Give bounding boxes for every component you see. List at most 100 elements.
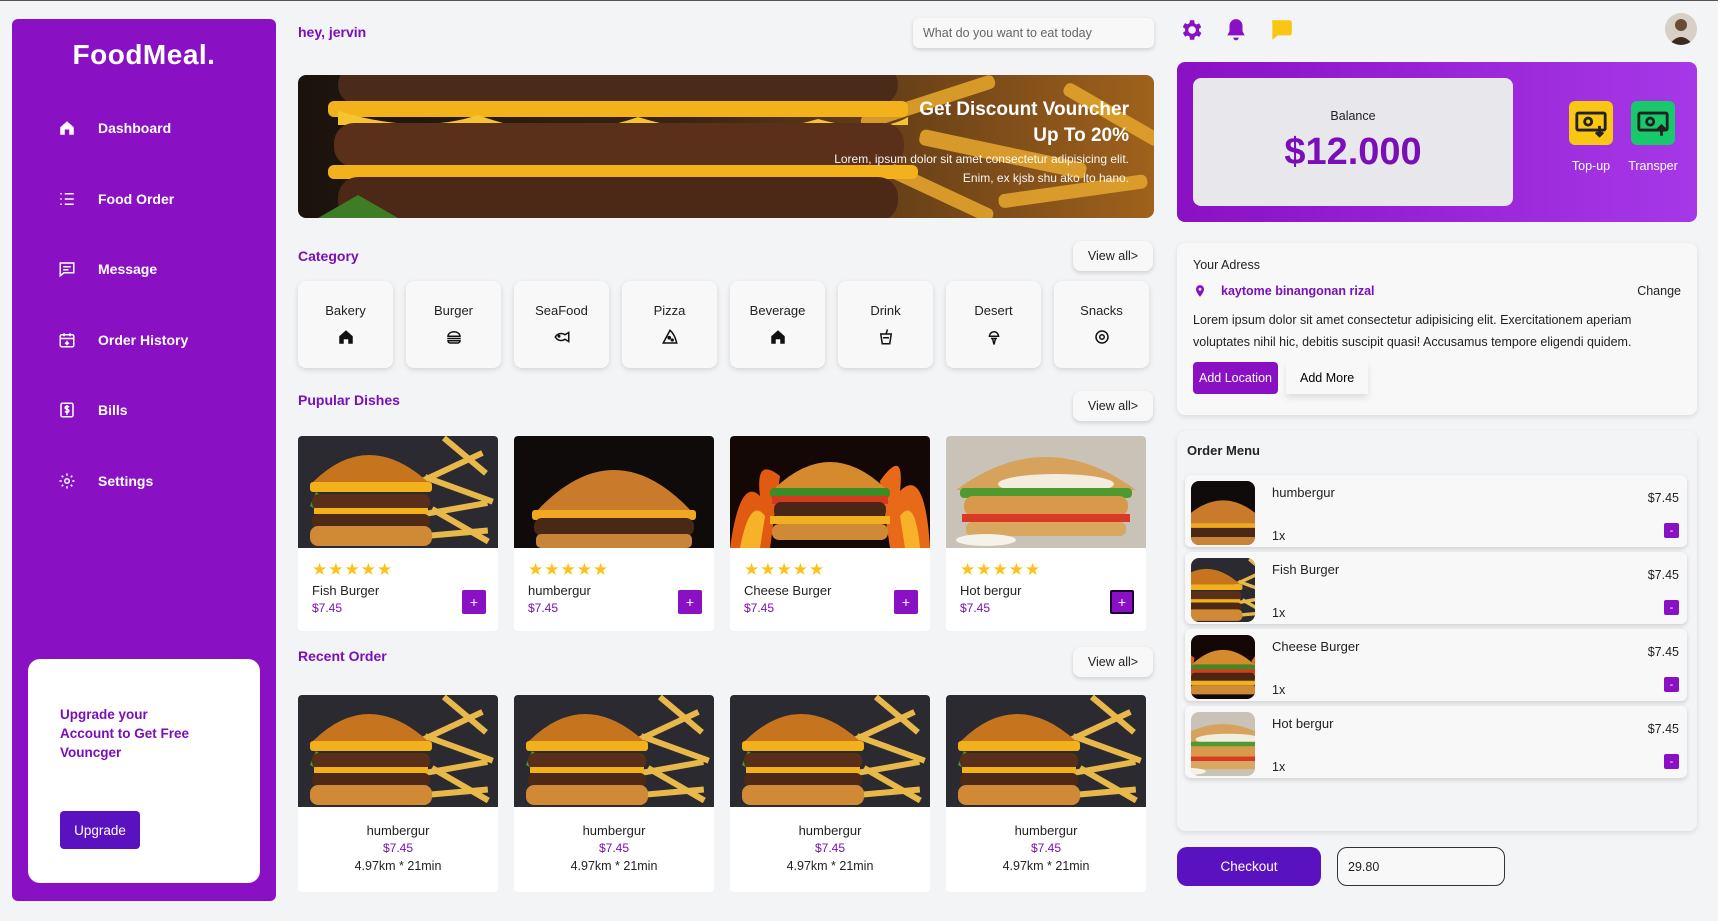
dish-name: humbergur [798, 823, 862, 838]
category-list: Bakery Burger SeaFood Pizza Beverage Dri… [298, 281, 1149, 368]
sidebar-item-settings[interactable]: Settings [12, 446, 276, 517]
recent-card[interactable]: humbergur $7.45 4.97km * 21min [946, 695, 1146, 892]
dish-image [946, 436, 1146, 548]
banner-desc: Enim, ex kjsb shu ako ito hano. [962, 171, 1129, 185]
sidebar-item-label: Bills [98, 402, 128, 419]
order-thumb [1191, 481, 1255, 545]
upgrade-button[interactable]: Upgrade [60, 811, 140, 849]
category-drink[interactable]: Drink [838, 281, 933, 368]
rating-stars: ★★★★★ [744, 560, 826, 579]
header-icons [1178, 17, 1294, 43]
dish-name: humbergur [582, 823, 646, 838]
order-item-qty: 1x [1272, 606, 1286, 620]
recent-view-all[interactable]: View all> [1073, 647, 1153, 677]
dish-price: $7.45 [814, 841, 846, 855]
upgrade-text: Upgrade your Account to Get Free Vouncge… [60, 707, 190, 760]
dish-distance: 4.97km * 21min [1002, 859, 1090, 873]
sidebar-item-label: Settings [98, 472, 154, 489]
checkout-button[interactable]: Checkout [1177, 847, 1321, 886]
sidebar-item-bills[interactable]: Bills [12, 375, 276, 446]
sidebar-item-food-order[interactable]: Food Order [12, 164, 276, 235]
balance-label: Balance [1330, 109, 1376, 123]
add-to-cart-button[interactable]: + [678, 590, 702, 614]
sidebar-item-order-history[interactable]: Order History [12, 305, 276, 376]
rating-stars: ★★★★★ [528, 560, 610, 579]
address-row: kaytome binangonan rizal Change [1193, 284, 1681, 298]
dish-name: humbergur [1014, 823, 1078, 838]
search-input[interactable] [913, 18, 1154, 48]
category-burger[interactable]: Burger [406, 281, 501, 368]
order-thumb [1191, 635, 1255, 699]
cup-icon [879, 329, 892, 345]
order-item-name: humbergur [1272, 485, 1335, 500]
dish-card[interactable]: ★★★★★ humbergur $7.45 + [514, 436, 714, 631]
rating-stars: ★★★★★ [960, 560, 1042, 579]
dish-image [946, 695, 1146, 807]
add-more-button[interactable]: Add More [1285, 362, 1369, 394]
message-icon [59, 262, 75, 278]
total-field[interactable] [1337, 847, 1505, 886]
add-location-button[interactable]: Add Location [1193, 362, 1278, 394]
category-label: Desert [974, 303, 1013, 318]
dish-image [730, 695, 930, 807]
decrease-qty-button[interactable]: - [1664, 677, 1679, 692]
decrease-qty-button[interactable]: - [1664, 600, 1679, 615]
category-seafood[interactable]: SeaFood [514, 281, 609, 368]
chat-icon[interactable] [1268, 17, 1294, 43]
category-pizza[interactable]: Pizza [622, 281, 717, 368]
banner-text: Get Discount Vouncher Up To 20% Lorem, i… [834, 97, 1129, 187]
home-icon [338, 330, 353, 344]
popular-view-all[interactable]: View all> [1073, 391, 1153, 421]
add-to-cart-button[interactable]: + [462, 590, 486, 614]
dish-distance: 4.97km * 21min [570, 859, 658, 873]
order-list: humbergur 1x $7.45 - Fish Burger 1x $7.4… [1185, 475, 1687, 783]
banner-title: Get Discount Vouncher [919, 99, 1129, 120]
decrease-qty-button[interactable]: - [1664, 523, 1679, 538]
address-description: Lorem ipsum dolor sit amet consectetur a… [1193, 313, 1632, 349]
address-actions: Add Location Add More [1193, 362, 1681, 394]
dish-image [298, 436, 498, 548]
order-item: Hot bergur 1x $7.45 - [1185, 706, 1687, 778]
recent-card[interactable]: humbergur $7.45 4.97km * 21min [730, 695, 930, 892]
dish-price: $7.45 [598, 841, 630, 855]
rating-stars: ★★★★★ [312, 560, 394, 579]
order-item-price: $7.45 [1647, 645, 1679, 659]
category-view-all[interactable]: View all> [1073, 241, 1153, 271]
recent-card[interactable]: humbergur $7.45 4.97km * 21min [514, 695, 714, 892]
dish-image [730, 436, 930, 548]
settings-icon[interactable] [1178, 17, 1204, 43]
dish-image [298, 695, 498, 807]
topup-button[interactable]: Top-up [1561, 101, 1621, 173]
dish-card[interactable]: ★★★★★ Cheese Burger $7.45 + [730, 436, 930, 631]
category-snacks[interactable]: Snacks [1054, 281, 1149, 368]
add-to-cart-button[interactable]: + [894, 590, 918, 614]
dish-name: humbergur [366, 823, 430, 838]
sidebar-item-message[interactable]: Message [12, 234, 276, 305]
sidebar-nav: Dashboard Food Order Message Order Histo… [12, 93, 276, 516]
dish-card[interactable]: ★★★★★ Hot bergur $7.45 + [946, 436, 1146, 631]
dish-card[interactable]: ★★★★★ Fish Burger $7.45 + [298, 436, 498, 631]
gear-icon [59, 473, 75, 489]
fish-icon [553, 331, 569, 343]
category-bakery[interactable]: Bakery [298, 281, 393, 368]
bell-icon[interactable] [1223, 17, 1249, 43]
sidebar-item-dashboard[interactable]: Dashboard [12, 93, 276, 164]
sidebar: FoodMeal. Dashboard Food Order Message O… [12, 19, 276, 901]
balance-card: Balance $12.000 [1193, 78, 1513, 206]
category-beverage[interactable]: Beverage [730, 281, 825, 368]
promo-banner[interactable]: Get Discount Vouncher Up To 20% Lorem, i… [298, 75, 1154, 218]
category-desert[interactable]: Desert [946, 281, 1041, 368]
order-item: Fish Burger 1x $7.45 - [1185, 552, 1687, 624]
category-label: Bakery [325, 303, 366, 318]
avatar[interactable] [1665, 13, 1697, 45]
order-item-qty: 1x [1272, 529, 1286, 543]
change-address-link[interactable]: Change [1637, 284, 1681, 298]
order-item-qty: 1x [1272, 683, 1286, 697]
transfer-button[interactable]: Transper [1623, 101, 1683, 173]
order-item-price: $7.45 [1647, 491, 1679, 505]
decrease-qty-button[interactable]: - [1664, 754, 1679, 769]
topup-label: Top-up [1571, 159, 1611, 173]
recent-card[interactable]: humbergur $7.45 4.97km * 21min [298, 695, 498, 892]
dish-distance: 4.97km * 21min [786, 859, 874, 873]
add-to-cart-button[interactable]: + [1110, 590, 1134, 614]
